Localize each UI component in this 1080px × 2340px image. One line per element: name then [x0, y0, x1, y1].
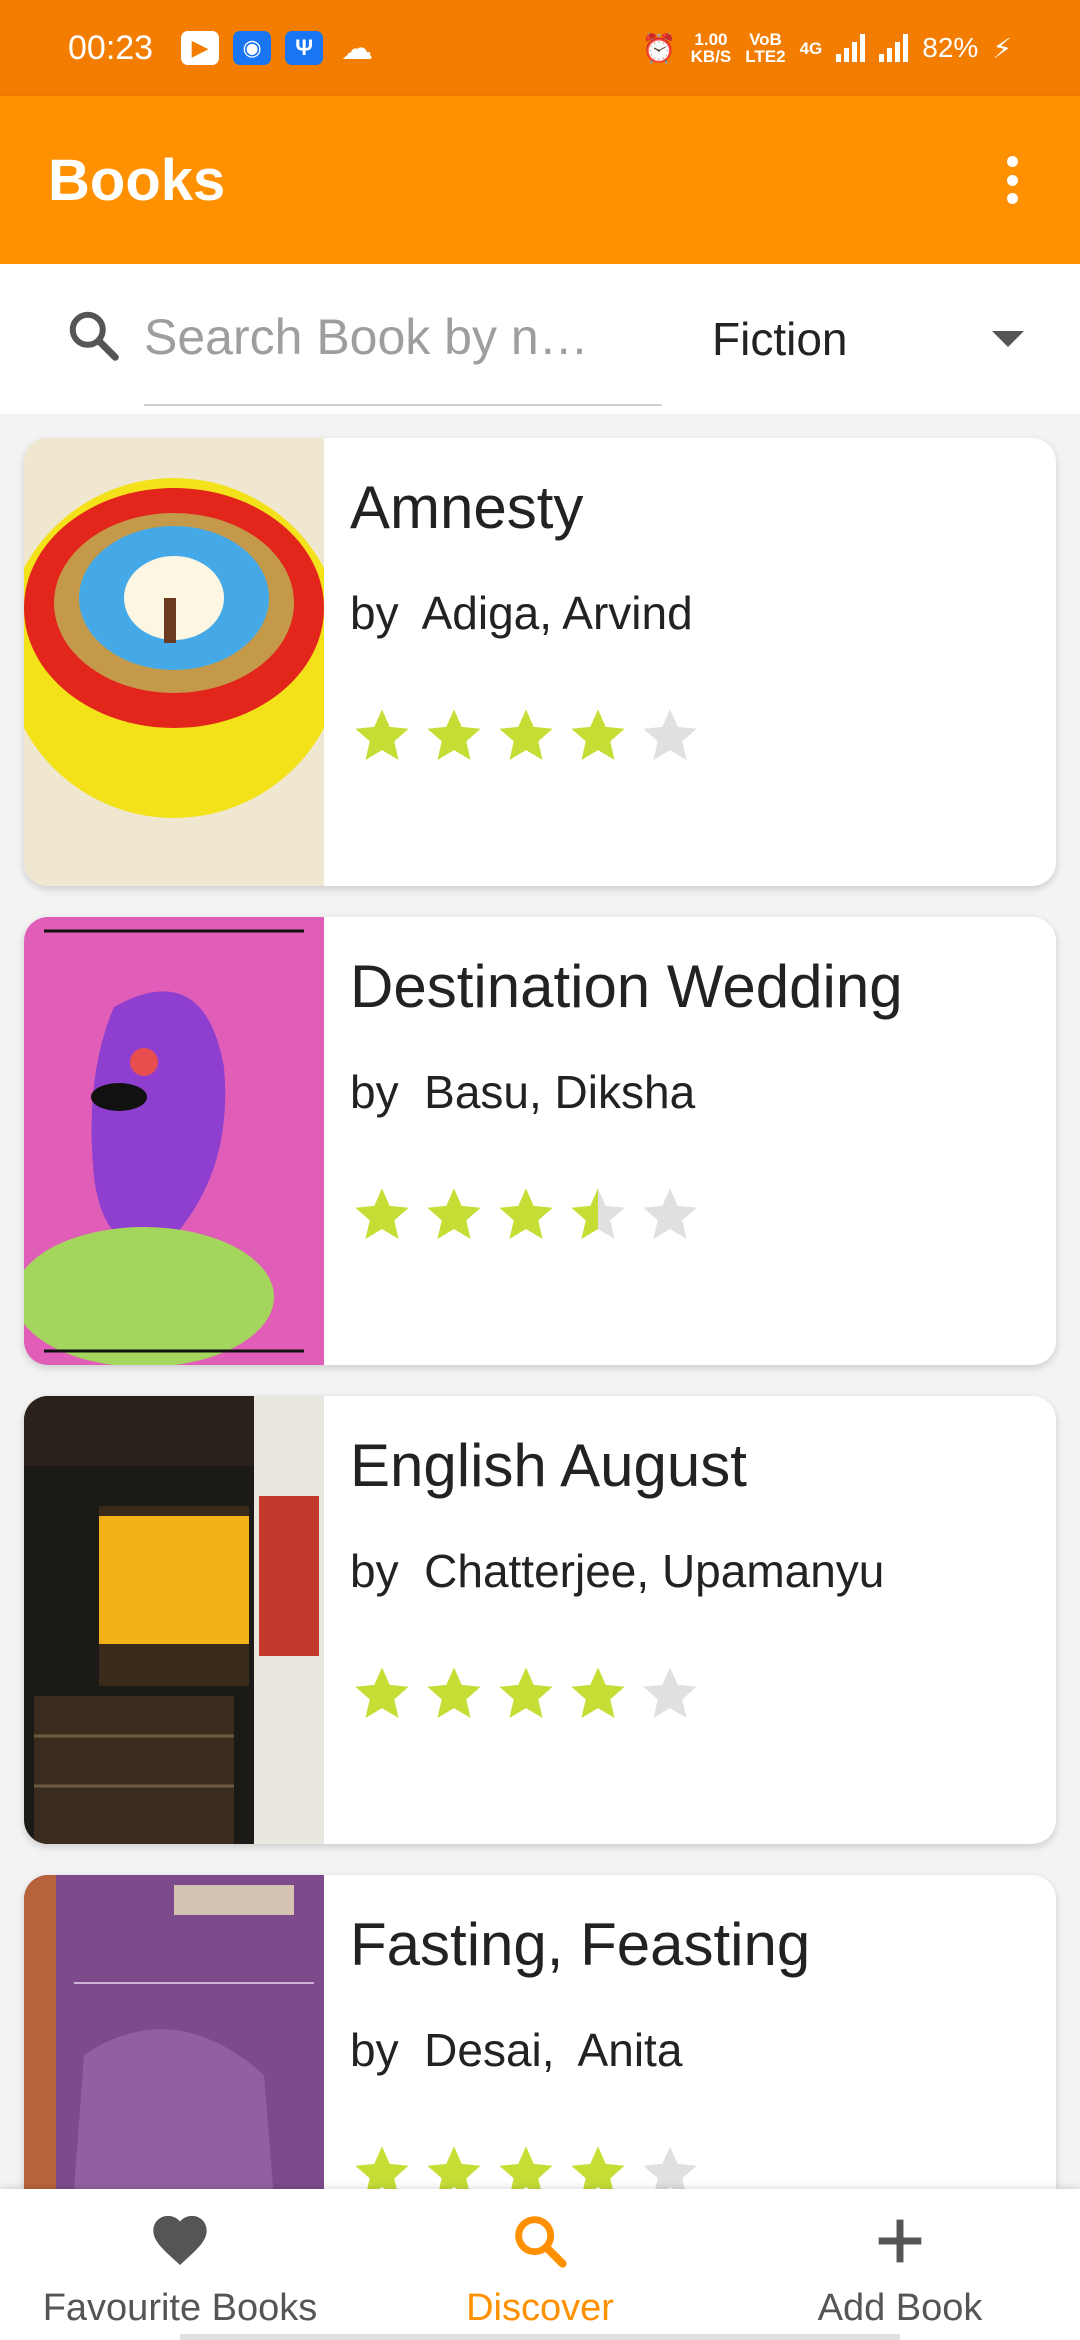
search-icon [69, 311, 119, 361]
alarm-icon: ⏰ [641, 32, 677, 64]
gesture-bar [180, 2334, 900, 2340]
star-icon [499, 709, 553, 760]
star-icon [355, 1667, 409, 1718]
book-cover [24, 438, 324, 886]
star-icon [643, 1667, 697, 1718]
star-icon [355, 2146, 409, 2189]
notification-icons: ▶ ◉ Ψ ☁ [181, 30, 377, 66]
book-title: English August [350, 1432, 747, 1499]
genre-selected: Fiction [712, 313, 848, 365]
star-icon [499, 1667, 553, 1718]
book-author: by Desai, Anita [350, 2024, 683, 2076]
app-bar: Books [0, 96, 1080, 264]
star-icon [355, 1188, 409, 1239]
star-icon [355, 709, 409, 760]
genre-dropdown[interactable]: Fiction [712, 304, 1032, 374]
nav-add-book[interactable]: Add Book [720, 2189, 1080, 2340]
nav-label: Discover [466, 2287, 614, 2329]
book-cover-image [24, 438, 324, 886]
star-icon [643, 2146, 697, 2189]
search-input[interactable] [144, 302, 662, 372]
heart-icon [153, 2215, 207, 2265]
cloud-icon: ☁ [341, 30, 374, 66]
book-title: Fasting, Feasting [350, 1911, 811, 1978]
net-speed-unit: KB/S [690, 47, 732, 66]
book-details: English August by Chatterjee, Upamanyu [324, 1396, 1056, 1844]
volte-indicator: VoB LTE2 [745, 31, 785, 65]
book-details: Fasting, Feasting by Desai, Anita [324, 1875, 1056, 2189]
star-icon [427, 2146, 481, 2189]
book-card[interactable]: Fasting, Feasting by Desai, Anita [24, 1875, 1056, 2189]
star-icon [571, 709, 625, 760]
nav-label: Add Book [817, 2287, 983, 2329]
rating-stars [350, 704, 1056, 768]
more-options-icon[interactable] [992, 150, 1032, 210]
volte-bottom: LTE2 [745, 47, 786, 66]
net-speed-value: 1.00 [694, 30, 728, 49]
search-icon [515, 2216, 567, 2268]
status-time: 00:23 [68, 28, 154, 67]
battery-level: 82% [922, 32, 979, 63]
net-speed: 1.00 KB/S [691, 31, 732, 65]
nav-label: Favourite Books [42, 2287, 318, 2329]
star-icon [427, 709, 481, 760]
star-icon [643, 709, 697, 760]
star-icon [643, 1188, 697, 1239]
star-icon [571, 2146, 625, 2189]
rating-stars [350, 1662, 1056, 1726]
star-icon [499, 2146, 553, 2189]
star-icon [571, 1188, 625, 1239]
star-icon [427, 1667, 481, 1718]
rating-stars [350, 2141, 1056, 2189]
book-list[interactable]: Amnesty by Adiga, Arvind Destination Wed… [0, 414, 1080, 2189]
book-cover [24, 1396, 324, 1844]
book-author: by Adiga, Arvind [350, 587, 693, 639]
youtube-icon: ▶ [181, 31, 220, 65]
usb-icon: Ψ [285, 31, 324, 65]
book-author: by Basu, Diksha [350, 1066, 696, 1118]
signal-icon [836, 34, 866, 62]
dropdown-arrow-icon [992, 331, 1024, 347]
book-details: Destination Wedding by Basu, Diksha [324, 917, 1056, 1365]
page-title: Books [48, 147, 226, 213]
network-type: 4G [799, 38, 823, 58]
book-cover [24, 917, 324, 1365]
system-icons: ⏰ 1.00 KB/S VoB LTE2 4G 82% ⚡ [642, 31, 1012, 65]
book-title: Amnesty [350, 474, 584, 541]
volte-top: VoB [749, 30, 782, 49]
book-author: by Chatterjee, Upamanyu [350, 1545, 885, 1597]
bottom-navigation: Favourite Books Discover Add Book [0, 2189, 1080, 2340]
charging-icon: ⚡ [992, 32, 1012, 64]
book-card[interactable]: English August by Chatterjee, Upamanyu [24, 1396, 1056, 1844]
book-card[interactable]: Destination Wedding by Basu, Diksha [24, 917, 1056, 1365]
search-underline [144, 404, 662, 406]
book-cover-image [24, 1396, 324, 1844]
nav-favourite-books[interactable]: Favourite Books [0, 2189, 360, 2340]
book-cover-image [24, 1875, 324, 2189]
book-cover-image [24, 917, 324, 1365]
nav-discover[interactable]: Discover [360, 2189, 720, 2340]
star-icon [499, 1188, 553, 1239]
android-icon: ◉ [233, 31, 272, 65]
book-title: Destination Wedding [350, 953, 903, 1020]
book-card[interactable]: Amnesty by Adiga, Arvind [24, 438, 1056, 886]
book-details: Amnesty by Adiga, Arvind [324, 438, 1056, 886]
star-icon [571, 1667, 625, 1718]
rating-stars [350, 1183, 1056, 1247]
star-icon [427, 1188, 481, 1239]
status-bar: 00:23 ▶ ◉ Ψ ☁ ⏰ 1.00 KB/S VoB LTE2 4G 82… [0, 0, 1080, 96]
book-cover [24, 1875, 324, 2189]
plus-icon [878, 2219, 922, 2263]
search-bar: Fiction [0, 264, 1080, 414]
signal-icon-2 [879, 34, 909, 62]
